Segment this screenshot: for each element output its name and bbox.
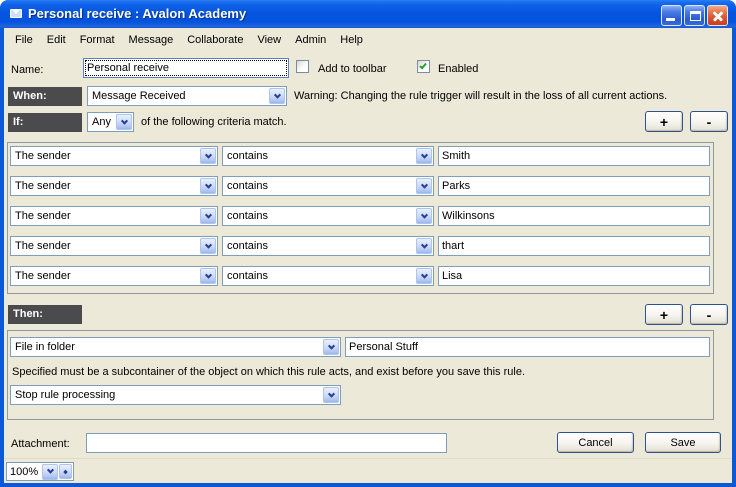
enabled-label[interactable]: Enabled xyxy=(438,63,478,75)
chevron-down-icon xyxy=(200,178,216,194)
folder-input[interactable] xyxy=(345,337,710,357)
match-mode-select[interactable]: Any xyxy=(87,112,134,132)
statusbar-divider xyxy=(4,458,732,459)
menu-message[interactable]: Message xyxy=(122,31,181,49)
zoom-control[interactable]: 100% xyxy=(6,462,74,481)
add-criterion-button[interactable]: + xyxy=(645,111,683,132)
menu-file[interactable]: File xyxy=(8,31,40,49)
criterion-field-value: The sender xyxy=(11,270,199,282)
chevron-down-icon xyxy=(416,238,432,254)
close-button[interactable] xyxy=(707,5,728,26)
followup-action-value: Stop rule processing xyxy=(11,389,322,401)
criterion-operator-select[interactable]: contains xyxy=(222,206,434,226)
criterion-operator-value: contains xyxy=(223,270,415,282)
rule-editor-window: Personal receive : Avalon Academy File E… xyxy=(0,0,736,487)
enabled-checkbox[interactable] xyxy=(417,60,430,73)
if-section-label: If: xyxy=(8,113,82,132)
window-title: Personal receive : Avalon Academy xyxy=(28,0,246,28)
chevron-down-icon xyxy=(323,339,339,355)
chevron-down-icon xyxy=(416,178,432,194)
chevron-down-icon xyxy=(116,114,132,130)
menu-admin[interactable]: Admin xyxy=(288,31,333,49)
cancel-button[interactable]: Cancel xyxy=(557,432,634,453)
app-icon xyxy=(8,6,24,22)
add-to-toolbar-label[interactable]: Add to toolbar xyxy=(318,63,387,75)
zoom-level-value: 100% xyxy=(7,466,41,478)
chevron-down-icon xyxy=(416,208,432,224)
action-note-text: Specified must be a subcontainer of the … xyxy=(12,366,525,378)
criterion-field-select[interactable]: The sender xyxy=(10,266,218,286)
chevron-down-icon xyxy=(269,88,285,104)
name-label: Name: xyxy=(11,64,43,76)
chevron-down-icon xyxy=(200,208,216,224)
remove-action-button[interactable]: - xyxy=(690,304,728,325)
criterion-value-input[interactable] xyxy=(438,236,710,256)
followup-action-select[interactable]: Stop rule processing xyxy=(10,385,341,405)
add-to-toolbar-checkbox[interactable] xyxy=(296,60,309,73)
criterion-field-value: The sender xyxy=(11,210,199,222)
zoom-dropdown-button[interactable] xyxy=(42,464,58,480)
attachment-input[interactable] xyxy=(86,433,447,453)
attachment-label: Attachment: xyxy=(11,438,70,450)
criterion-field-select[interactable]: The sender xyxy=(10,236,218,256)
remove-criterion-button[interactable]: - xyxy=(690,111,728,132)
criterion-field-value: The sender xyxy=(11,150,199,162)
checkmark-icon xyxy=(419,62,427,70)
chevron-down-icon xyxy=(416,148,432,164)
criterion-operator-value: contains xyxy=(223,210,415,222)
menu-format[interactable]: Format xyxy=(73,31,122,49)
menu-view[interactable]: View xyxy=(250,31,288,49)
criterion-field-select[interactable]: The sender xyxy=(10,206,218,226)
match-mode-value: Any xyxy=(88,116,115,128)
trigger-warning-text: Warning: Changing the rule trigger will … xyxy=(294,90,667,102)
maximize-button[interactable] xyxy=(684,5,705,26)
minimize-button[interactable] xyxy=(661,5,682,26)
save-button[interactable]: Save xyxy=(645,432,721,453)
then-section-label: Then: xyxy=(8,305,82,324)
chevron-down-icon xyxy=(200,148,216,164)
criterion-operator-select[interactable]: contains xyxy=(222,176,434,196)
criterion-operator-value: contains xyxy=(223,150,415,162)
criterion-field-select[interactable]: The sender xyxy=(10,176,218,196)
criterion-value-input[interactable] xyxy=(438,206,710,226)
menu-collaborate[interactable]: Collaborate xyxy=(180,31,250,49)
trigger-select[interactable]: Message Received xyxy=(87,86,287,106)
mail-rule-icon xyxy=(10,9,22,18)
when-section-label: When: xyxy=(8,87,82,106)
criterion-operator-select[interactable]: contains xyxy=(222,236,434,256)
criterion-value-input[interactable] xyxy=(438,266,710,286)
criterion-operator-select[interactable]: contains xyxy=(222,146,434,166)
zoom-stepper[interactable] xyxy=(59,464,72,479)
action-value: File in folder xyxy=(11,341,322,353)
criterion-field-value: The sender xyxy=(11,240,199,252)
chevron-down-icon xyxy=(323,387,339,403)
chevron-down-icon xyxy=(200,238,216,254)
chevron-down-icon xyxy=(416,268,432,284)
maximize-icon xyxy=(690,11,701,21)
menu-edit[interactable]: Edit xyxy=(40,31,73,49)
minimize-icon xyxy=(666,18,675,21)
criterion-field-value: The sender xyxy=(11,180,199,192)
criterion-operator-value: contains xyxy=(223,180,415,192)
titlebar[interactable]: Personal receive : Avalon Academy xyxy=(0,0,736,28)
add-action-button[interactable]: + xyxy=(645,304,683,325)
action-select[interactable]: File in folder xyxy=(10,337,341,357)
criterion-value-input[interactable] xyxy=(438,176,710,196)
chevron-down-icon xyxy=(64,469,68,473)
criterion-operator-select[interactable]: contains xyxy=(222,266,434,286)
menubar: File Edit Format Message Collaborate Vie… xyxy=(4,29,732,50)
match-mode-suffix: of the following criteria match. xyxy=(141,116,287,128)
trigger-value: Message Received xyxy=(88,90,268,102)
rule-name-input[interactable] xyxy=(83,58,289,78)
criterion-field-select[interactable]: The sender xyxy=(10,146,218,166)
menu-help[interactable]: Help xyxy=(333,31,370,49)
criterion-operator-value: contains xyxy=(223,240,415,252)
chevron-down-icon xyxy=(200,268,216,284)
chevron-down-icon xyxy=(47,467,54,474)
criterion-value-input[interactable] xyxy=(438,146,710,166)
